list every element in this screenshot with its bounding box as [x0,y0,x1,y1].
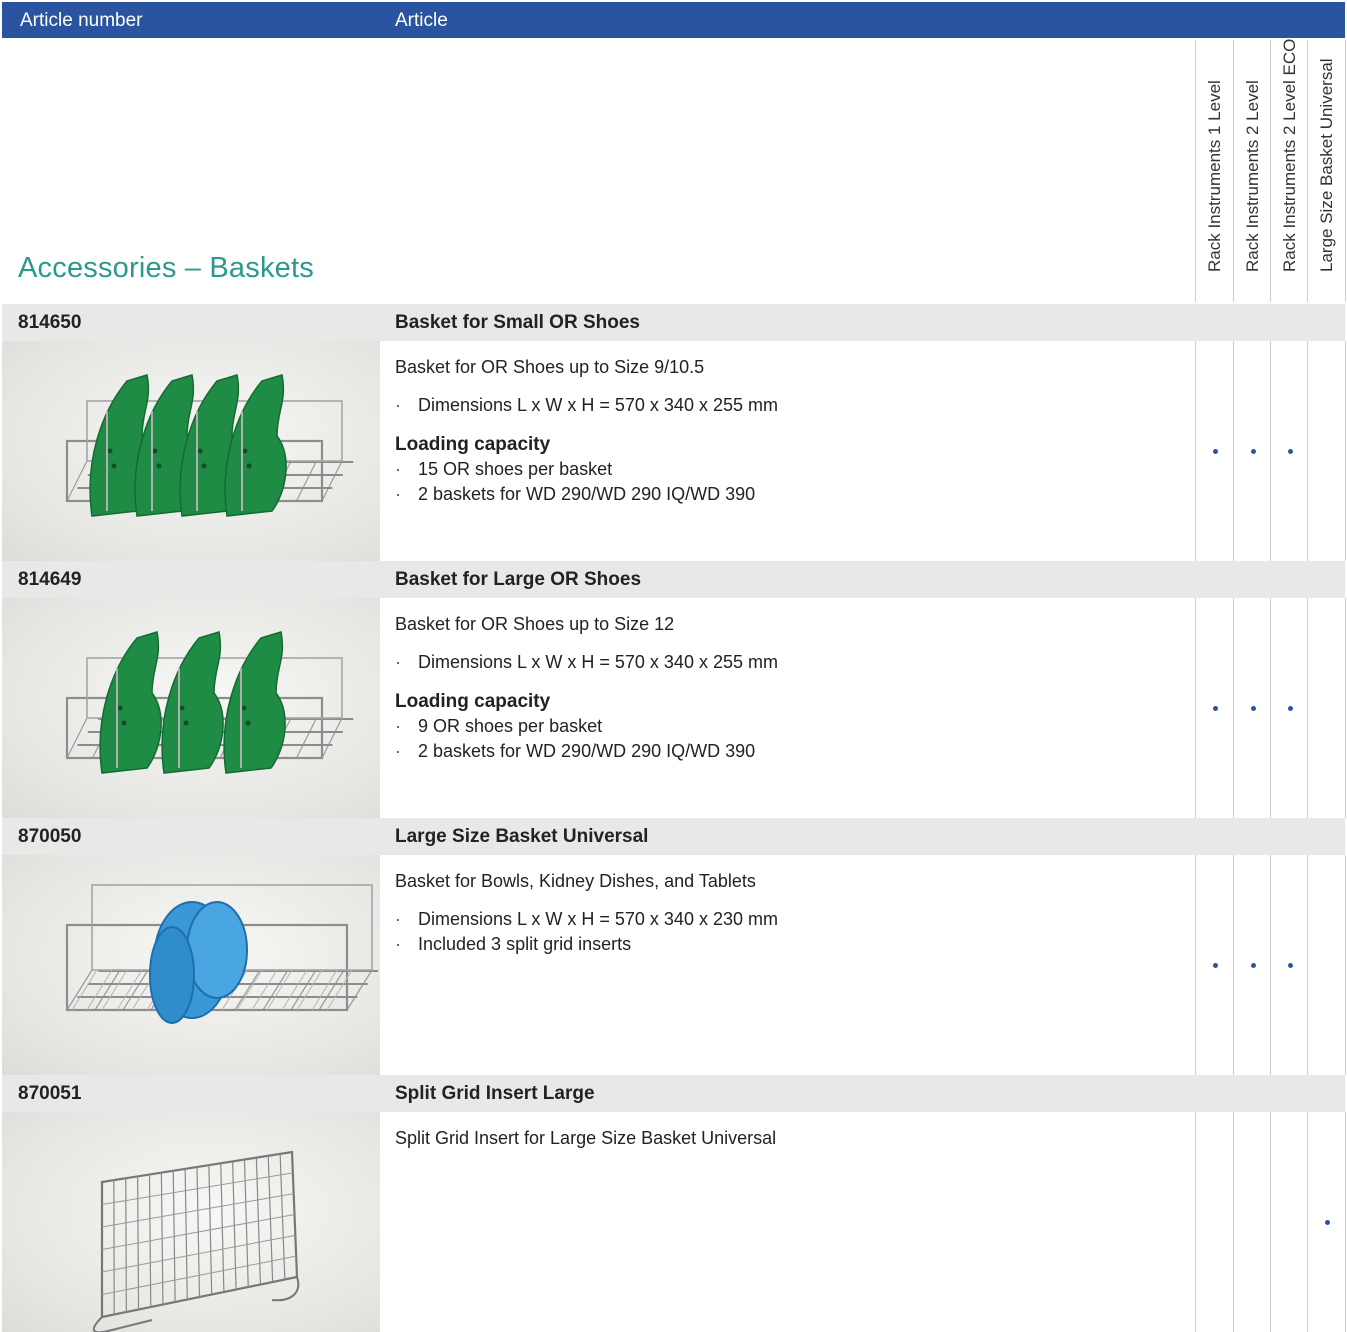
compat-cell [1195,855,1233,1075]
article-name: Basket for Small OR Shoes [395,312,640,334]
spec-bullet: ·Dimensions L x W x H = 570 x 340 x 255 … [395,393,1185,418]
capacity-text: 15 OR shoes per basket [418,457,612,482]
product-image [2,855,380,1075]
capacity-bullet: ·15 OR shoes per basket [395,457,1185,482]
compat-cell [1195,598,1233,818]
spec-bullet: ·Dimensions L x W x H = 570 x 340 x 230 … [395,907,1185,932]
article-number: 814650 [18,312,81,334]
article-name: Large Size Basket Universal [395,826,648,848]
product-description: Split Grid Insert for Large Size Basket … [395,1126,1185,1164]
table-header-bar: Article number Article [2,2,1345,38]
compat-cell [1307,1112,1346,1332]
bullet-dot: · [395,393,418,418]
product-row-header: 814650 Basket for Small OR Shoes [2,304,1345,341]
bullet-dot: · [395,650,418,675]
product-intro: Basket for OR Shoes up to Size 9/10.5 [395,355,1185,380]
article-number-header: Article number [20,10,143,32]
compat-mark-icon [1251,963,1256,968]
spec-text: Dimensions L x W x H = 570 x 340 x 230 m… [418,907,778,932]
product-description: Basket for OR Shoes up to Size 12·Dimens… [395,612,1185,764]
compat-mark-icon [1288,449,1293,454]
article-number: 870050 [18,826,81,848]
capacity-bullet: ·9 OR shoes per basket [395,714,1185,739]
compat-column-label: Large Size Basket Universal [1315,58,1339,272]
compat-cell [1307,598,1346,818]
product-row-header: 814649 Basket for Large OR Shoes [2,561,1345,598]
product-image [2,341,380,561]
compat-column-header: Rack Instruments 2 Level ECO [1270,40,1308,302]
compat-cell [1270,1112,1308,1332]
spec-text: Dimensions L x W x H = 570 x 340 x 255 m… [418,650,778,675]
article-name: Split Grid Insert Large [395,1083,595,1105]
compat-column-label: Rack Instruments 2 Level [1241,80,1265,272]
compat-column-header: Rack Instruments 2 Level [1233,40,1271,302]
article-name: Basket for Large OR Shoes [395,569,641,591]
compat-mark-icon [1288,706,1293,711]
compat-cell [1233,855,1271,1075]
article-number: 870051 [18,1083,81,1105]
product-row: Split Grid Insert for Large Size Basket … [2,1112,1345,1332]
capacity-text: 2 baskets for WD 290/WD 290 IQ/WD 390 [418,482,755,507]
bullet-dot: · [395,482,418,507]
product-description: Basket for Bowls, Kidney Dishes, and Tab… [395,869,1185,957]
product-row: Basket for Bowls, Kidney Dishes, and Tab… [2,855,1345,1075]
capacity-text: 9 OR shoes per basket [418,714,602,739]
product-image [2,1112,380,1332]
spec-bullet: ·Included 3 split grid inserts [395,932,1185,957]
bullet-dot: · [395,714,418,739]
article-header: Article [395,10,448,32]
compat-cell [1233,341,1271,561]
product-intro: Basket for OR Shoes up to Size 12 [395,612,1185,637]
product-description: Basket for OR Shoes up to Size 9/10.5·Di… [395,355,1185,507]
compat-mark-icon [1213,706,1218,711]
product-intro: Basket for Bowls, Kidney Dishes, and Tab… [395,869,1185,894]
compat-mark-icon [1288,963,1293,968]
product-image [2,598,380,818]
compat-mark-icon [1213,963,1218,968]
product-row: Basket for OR Shoes up to Size 12·Dimens… [2,598,1345,818]
compat-cell [1307,855,1346,1075]
capacity-bullet: ·2 baskets for WD 290/WD 290 IQ/WD 390 [395,482,1185,507]
capacity-text: 2 baskets for WD 290/WD 290 IQ/WD 390 [418,739,755,764]
product-row-header: 870050 Large Size Basket Universal [2,818,1345,855]
compat-mark-icon [1251,706,1256,711]
compat-cell [1195,1112,1233,1332]
compat-cell [1270,341,1308,561]
spec-text: Dimensions L x W x H = 570 x 340 x 255 m… [418,393,778,418]
loading-capacity-title: Loading capacity [395,432,1185,457]
article-number: 814649 [18,569,81,591]
product-row-header: 870051 Split Grid Insert Large [2,1075,1345,1112]
compat-cell [1195,341,1233,561]
product-row: Basket for OR Shoes up to Size 9/10.5·Di… [2,341,1345,561]
compat-column-header: Rack Instruments 1 Level [1195,40,1233,302]
spec-text: Included 3 split grid inserts [418,932,631,957]
compat-mark-icon [1325,1220,1330,1225]
compat-mark-icon [1251,449,1256,454]
capacity-bullet: ·2 baskets for WD 290/WD 290 IQ/WD 390 [395,739,1185,764]
compat-cell [1270,598,1308,818]
spec-bullet: ·Dimensions L x W x H = 570 x 340 x 255 … [395,650,1185,675]
bullet-dot: · [395,457,418,482]
section-title: Accessories – Baskets [18,252,314,285]
bullet-dot: · [395,907,418,932]
bullet-dot: · [395,932,418,957]
loading-capacity-title: Loading capacity [395,689,1185,714]
compat-cell [1233,598,1271,818]
compat-column-label: Rack Instruments 2 Level ECO [1278,39,1302,272]
bullet-dot: · [395,739,418,764]
compat-cell [1233,1112,1271,1332]
product-intro: Split Grid Insert for Large Size Basket … [395,1126,1185,1151]
compat-column-label: Rack Instruments 1 Level [1203,80,1227,272]
compat-mark-icon [1213,449,1218,454]
compat-column-header: Large Size Basket Universal [1307,40,1346,302]
compat-cell [1270,855,1308,1075]
compat-cell [1307,341,1346,561]
